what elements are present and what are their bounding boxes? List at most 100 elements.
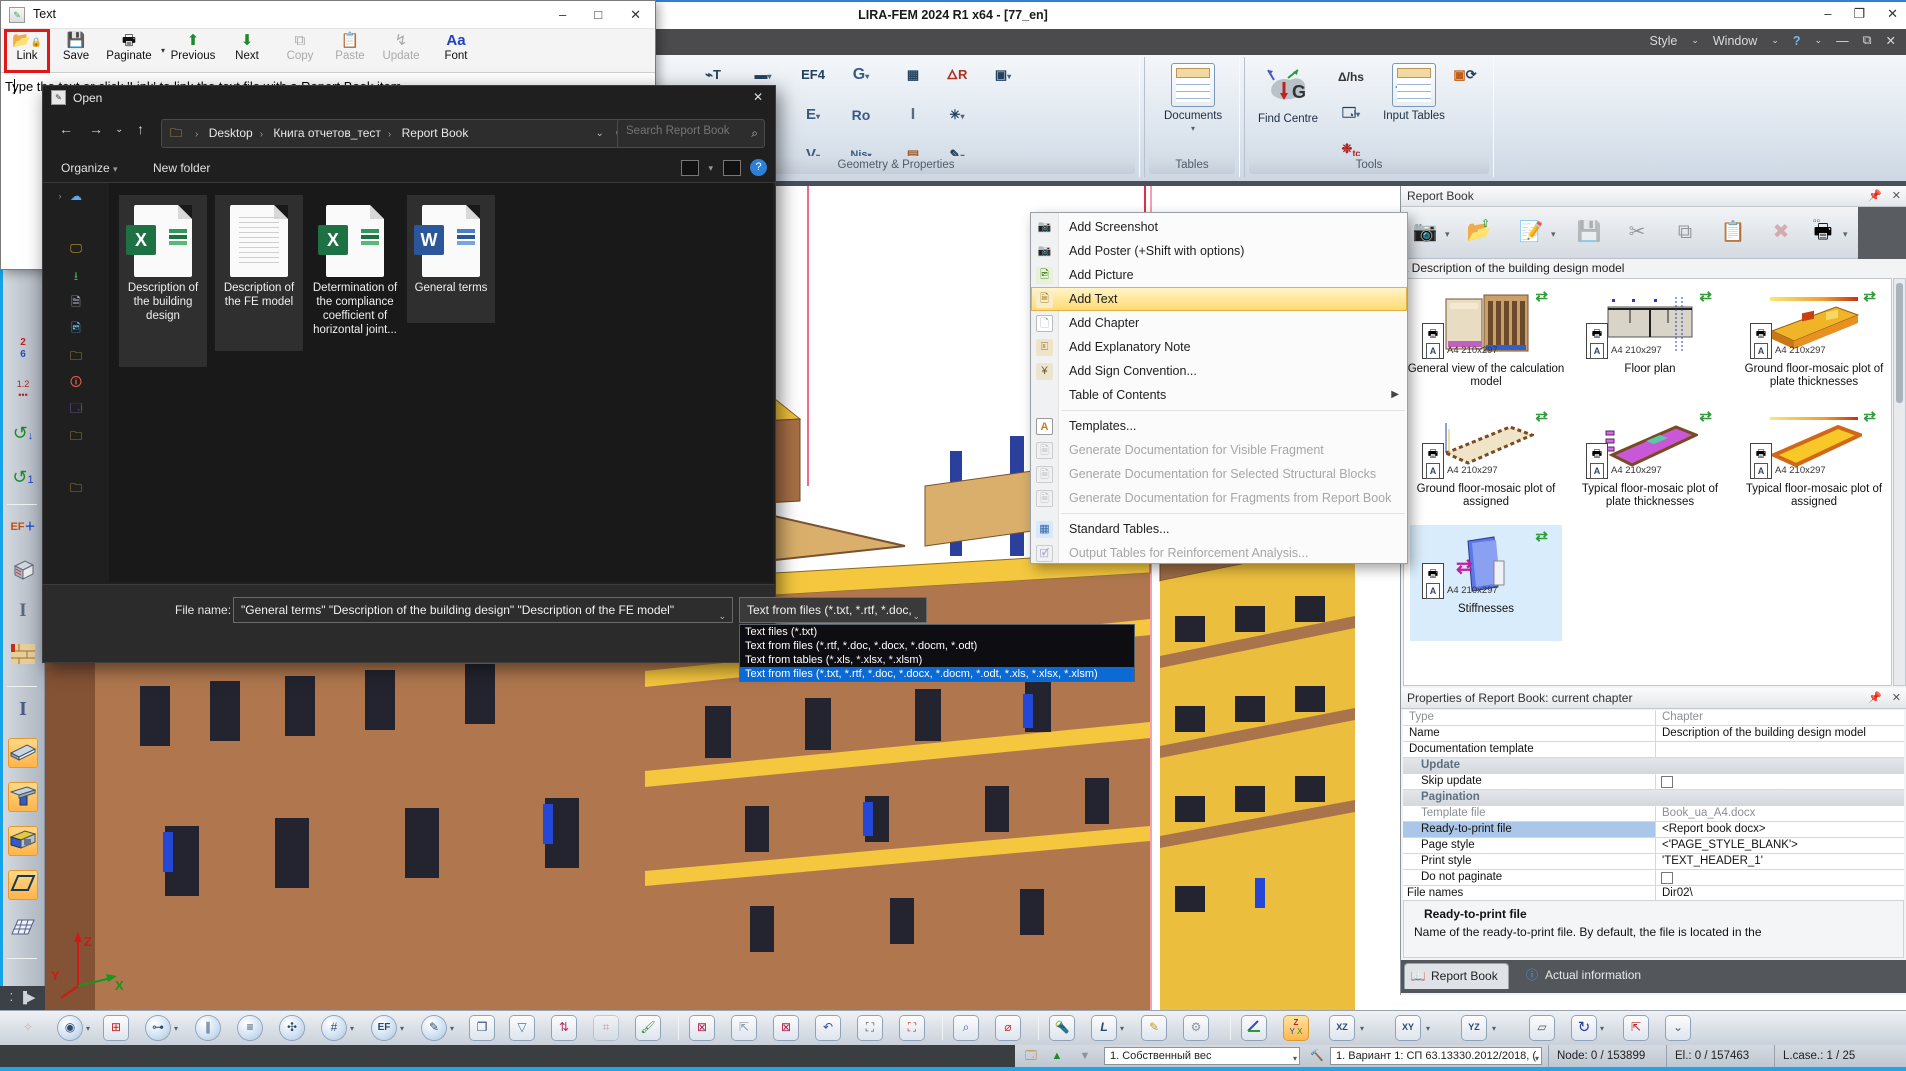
prop-row-template-file[interactable]: Template fileBook_ua_A4.docx bbox=[1403, 806, 1904, 822]
settings-pencil-icon[interactable]: ⚙ bbox=[1184, 1016, 1208, 1040]
documents-button[interactable]: Documents▾ bbox=[1164, 63, 1222, 149]
new-folder-button[interactable]: New folder bbox=[153, 161, 210, 175]
link-button[interactable]: 📂🔒Link bbox=[7, 32, 47, 70]
up-icon[interactable]: ↑ bbox=[137, 121, 144, 137]
search-input[interactable] bbox=[624, 124, 742, 138]
plate-quad-icon[interactable] bbox=[8, 870, 38, 900]
input-tables-button[interactable]: Input Tables bbox=[1383, 63, 1445, 149]
find-centre-button[interactable]: G Find Centre bbox=[1255, 63, 1321, 149]
select-nodes-icon[interactable]: ◉ bbox=[58, 1016, 82, 1040]
file-type-combo[interactable]: Text from files (*.txt, *.rtf, *.doc,⌄ bbox=[739, 597, 927, 623]
report-item-floor-plan[interactable]: ⇄ 🖶A A4 210x297 Floor plan bbox=[1574, 285, 1726, 401]
text-maximize-button[interactable]: □ bbox=[594, 7, 602, 23]
menu-add-sign-convention[interactable]: ¥Add Sign Convention... bbox=[1031, 359, 1407, 383]
prop-row-doc-template[interactable]: Documentation template bbox=[1403, 742, 1904, 758]
file-name-combo[interactable]: "General terms" "Description of the buil… bbox=[233, 597, 733, 623]
font-button[interactable]: AaFont bbox=[433, 32, 479, 70]
file-item-general-terms[interactable]: W General terms bbox=[407, 195, 495, 323]
color-scale-picker-icon[interactable]: 🗔▾ bbox=[1333, 101, 1369, 125]
refresh-icon[interactable]: ⇄ bbox=[1535, 407, 1548, 425]
search-box[interactable]: ⌕ bbox=[617, 119, 765, 148]
text-minimize-button[interactable]: – bbox=[559, 7, 566, 23]
refresh-icon[interactable]: ⇄ bbox=[1699, 287, 1712, 305]
xyz-view-icon[interactable]: ZY X bbox=[1284, 1016, 1308, 1040]
move-fragment-icon[interactable]: ⇱ bbox=[732, 1016, 756, 1040]
prev-loadcase-icon[interactable]: ▲ bbox=[1048, 1048, 1066, 1064]
pencil-icon[interactable]: ✎ bbox=[1142, 1016, 1166, 1040]
restore-fragment-icon[interactable]: ↶ bbox=[816, 1016, 840, 1040]
file-type-option-selected[interactable]: Text from files (*.txt, *.rtf, *.doc, *.… bbox=[740, 667, 1134, 681]
report-book-scrollbar[interactable] bbox=[1893, 278, 1906, 686]
load-case-combo[interactable]: 1. Собственный вес▾ bbox=[1104, 1047, 1300, 1065]
select-grid-nodes-icon[interactable]: ⊞ bbox=[104, 1016, 128, 1040]
xz-view-icon[interactable]: XZ bbox=[1330, 1016, 1354, 1040]
e-modulus-icon[interactable]: E▾ bbox=[801, 103, 825, 127]
ro-density-icon[interactable]: Ro bbox=[849, 103, 873, 127]
next-loadcase-icon[interactable]: ▼ bbox=[1076, 1048, 1094, 1064]
unselect-all-icon[interactable]: ⊠ bbox=[774, 1016, 798, 1040]
select-elements-icon[interactable]: ⊶ bbox=[146, 1016, 170, 1040]
pin-icon[interactable]: 📌 bbox=[1868, 186, 1882, 207]
print-fragment-icon[interactable]: 🖶▫▫ bbox=[1805, 214, 1841, 250]
box-beam-icon[interactable] bbox=[8, 826, 38, 856]
crumb-dropdown-icon[interactable]: ⌄ bbox=[596, 120, 604, 147]
solid-cube-icon[interactable] bbox=[8, 554, 38, 584]
report-item-general-view[interactable]: ⇄ 🖶A A4 210x297 General view of the calc… bbox=[1410, 285, 1562, 401]
swap-selection-icon[interactable]: ⇅ bbox=[552, 1016, 576, 1040]
report-item-ground-mosaic-thickness[interactable]: ⇄ 🖶A A4 210x297 Ground floor-mosaic plot… bbox=[1738, 285, 1890, 401]
menu-add-text[interactable]: 🗎Add Text bbox=[1031, 287, 1407, 311]
report-item-typical-mosaic-thickness[interactable]: ⇄ 🖶A A4 210x297 Typical floor-mosaic plo… bbox=[1574, 405, 1726, 521]
report-item-ground-mosaic-assigned[interactable]: ⇄ 🖶A A4 210x297 Ground floor-mosaic plot… bbox=[1410, 405, 1562, 521]
prop-row-do-not-paginate[interactable]: Do not paginate bbox=[1403, 870, 1904, 886]
app-maximize-button[interactable]: ❐ bbox=[1853, 6, 1865, 22]
prop-row-page-style[interactable]: Page style<'PAGE_STYLE_BLANK'> bbox=[1403, 838, 1904, 854]
help-icon[interactable]: ? bbox=[750, 159, 767, 176]
hammer-icon[interactable]: 🔨 bbox=[1308, 1048, 1326, 1064]
panel-close-icon[interactable]: ✕ bbox=[1892, 186, 1901, 207]
refresh-icon[interactable]: ⇄ bbox=[1863, 407, 1876, 425]
file-type-option[interactable]: Text files (*.txt) bbox=[740, 625, 1134, 639]
paginate-button[interactable]: 🖶Paginate▾ bbox=[101, 32, 157, 70]
menu-add-poster[interactable]: 📷Add Poster (+Shift with options) bbox=[1031, 239, 1407, 263]
next-button[interactable]: ⬇Next bbox=[225, 32, 269, 70]
file-item-fe-model[interactable]: Description of the FE model bbox=[215, 195, 303, 351]
prop-row-print-style[interactable]: Print style'TEXT_HEADER_1' bbox=[1403, 854, 1904, 870]
analysis-variant-combo[interactable]: 1. Вариант 1: СП 63.13330.2012/2018, (▾ bbox=[1330, 1047, 1542, 1065]
rotate-view-icon[interactable]: ↻ bbox=[1572, 1016, 1596, 1040]
menu-add-screenshot[interactable]: 📷Add Screenshot bbox=[1031, 215, 1407, 239]
doc-restore-button[interactable]: ⧉ bbox=[1863, 33, 1872, 48]
brick-wall-icon[interactable] bbox=[8, 641, 38, 671]
organize-button[interactable]: Organize ▾ bbox=[61, 161, 118, 175]
skip-update-checkbox[interactable] bbox=[1661, 776, 1673, 788]
file-item-building-design[interactable]: X Description of the building design bbox=[119, 195, 207, 367]
g-load-icon[interactable]: G▾ bbox=[849, 63, 873, 87]
onedrive-icon[interactable]: ☁ bbox=[67, 189, 85, 205]
menu-add-chapter[interactable]: 🗋Add Chapter bbox=[1031, 311, 1407, 335]
zoom-cancel-icon[interactable]: ⌀ bbox=[996, 1016, 1020, 1040]
select-block-icon[interactable]: ❐ bbox=[470, 1016, 494, 1040]
tab-report-book[interactable]: 📖Report Book bbox=[1404, 963, 1509, 989]
pin-icon[interactable]: 📌 bbox=[1868, 688, 1882, 709]
undo-one-step-icon[interactable]: ↺1 bbox=[8, 462, 38, 492]
menu-style[interactable]: Style bbox=[1650, 34, 1678, 48]
prop-row-ready-to-print[interactable]: Ready-to-print file<Report book docx> bbox=[1403, 822, 1904, 838]
measure-l-icon[interactable]: L bbox=[1092, 1016, 1116, 1040]
open-dialog-close[interactable]: ✕ bbox=[753, 90, 763, 104]
help-icon[interactable]: ? bbox=[1793, 34, 1801, 48]
panel-close-icon[interactable]: ✕ bbox=[1892, 688, 1901, 709]
paste-icon[interactable]: 📋 bbox=[1715, 214, 1751, 250]
refresh-icon[interactable]: ⇄ bbox=[1535, 527, 1548, 545]
isometric-view-icon[interactable] bbox=[1242, 1016, 1266, 1040]
fire-r-icon[interactable]: 🜂R bbox=[945, 63, 969, 87]
select-grid-icon[interactable]: # bbox=[322, 1016, 346, 1040]
undo-rotate-icon[interactable]: ↺↓ bbox=[8, 418, 38, 448]
bar-element-icon[interactable] bbox=[8, 738, 38, 768]
refresh-orange-icon[interactable]: ▣⟳ bbox=[1453, 63, 1477, 87]
brush-icon[interactable]: 🖌 bbox=[636, 1016, 660, 1040]
frame-3d-cut-icon[interactable]: ⛶ bbox=[900, 1016, 924, 1040]
ibeam-red-icon[interactable]: Ι bbox=[8, 596, 38, 626]
ibeam-icon[interactable]: Ι bbox=[901, 103, 925, 127]
do-not-paginate-checkbox[interactable] bbox=[1661, 872, 1673, 884]
back-icon[interactable]: ← bbox=[59, 121, 73, 137]
desktop-icon[interactable]: 🖵 bbox=[67, 241, 85, 257]
